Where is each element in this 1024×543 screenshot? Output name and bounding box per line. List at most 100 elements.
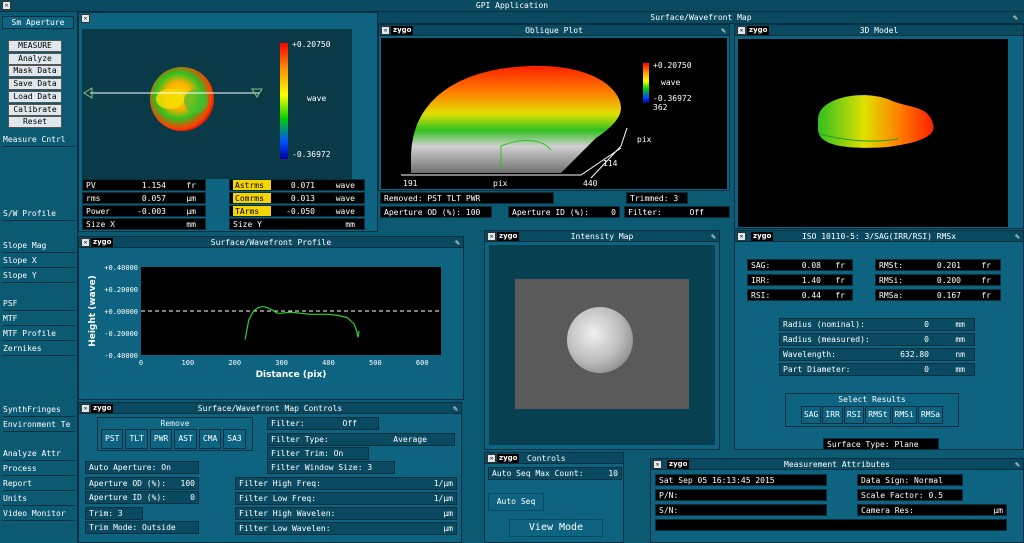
aperture-id-field[interactable]: Aperture ID (%): 0 [85, 491, 199, 504]
sidebar-item-mtf[interactable]: MTF [3, 313, 75, 326]
remove-pwr-button[interactable]: PWR [149, 429, 173, 449]
select-rmsi-button[interactable]: RMSi [891, 406, 917, 424]
app-title: GPI Application [475, 1, 549, 10]
intensity-view[interactable] [489, 245, 715, 445]
select-irr-button[interactable]: IRR [822, 406, 843, 424]
surface-map-close-icon[interactable]: ✕ [81, 14, 90, 23]
auto-seq-button[interactable]: Auto Seq [488, 493, 544, 511]
zygo-logo: zygo [91, 404, 114, 413]
sidebar-item-units[interactable]: Units [3, 493, 75, 506]
sidebar-button-load-data[interactable]: Load Data [8, 90, 62, 103]
trim-field[interactable]: Trim: 3 [85, 507, 143, 520]
surface-map-plot[interactable]: +0.20750 wave -0.36972 [82, 29, 352, 179]
camera-res: Camera Res: µm [857, 504, 1007, 516]
remove-pst-button[interactable]: PST [101, 429, 124, 449]
remove-cma-button[interactable]: CMA [198, 429, 222, 449]
auto-aperture-field[interactable]: Auto Aperture: On [85, 461, 199, 474]
remove-sa3-button[interactable]: SA3 [223, 429, 246, 449]
freq-row-3[interactable]: Filter Low Wavelen: µm [235, 522, 457, 535]
sidebar-item-report[interactable]: Report [3, 478, 75, 491]
freq-row-2[interactable]: Filter High Wavelen: µm [235, 507, 457, 520]
sidebar-item-zernikes[interactable]: Zernikes [3, 343, 75, 356]
sidebar-item-psf[interactable]: PSF [3, 298, 75, 311]
trim-mode-field[interactable]: Trim Mode: Outside [85, 521, 199, 534]
intensity-close-icon[interactable]: ✕ [487, 232, 496, 241]
zygo-logo: zygo [747, 26, 770, 35]
model3d-header: ✕ zygo 3D Model [735, 25, 1023, 36]
oblique-pin-icon[interactable]: ✎ [721, 25, 726, 35]
remove-tlt-button[interactable]: TLT [125, 429, 148, 449]
seq-close-icon[interactable]: ✕ [487, 454, 496, 463]
oblique-plot[interactable]: +0.20750 wave -0.36972 362 pix 114 191 p… [381, 38, 727, 189]
filter-trim-field[interactable]: Filter Trim: On [267, 447, 369, 460]
oblique-y-unit: pix [637, 135, 652, 144]
iso-rmsi: RMSi: 0.200 fr [875, 274, 1001, 286]
freq-row-0[interactable]: Filter High Freq: 1/µm [235, 477, 457, 490]
iso-param-label: Part Diameter: [783, 365, 851, 374]
model3d-view[interactable] [738, 39, 1008, 227]
intensity-pin-icon[interactable]: ✎ [711, 231, 716, 241]
select-rmsa-button[interactable]: RMSa [917, 406, 944, 424]
model3d-close-icon[interactable]: ✕ [737, 26, 746, 35]
data-sign: Data Sign: Normal [857, 474, 963, 486]
pin-icon[interactable]: ✎ [1013, 12, 1018, 24]
y-tick-label: -0.20000 [104, 330, 138, 338]
iso-param-1[interactable]: Radius (measured): 0 mm [779, 333, 975, 346]
sidebar-button-reset[interactable]: Reset [8, 116, 62, 129]
remove-ast-button[interactable]: AST [174, 429, 197, 449]
y-tick-label: +0.00000 [104, 308, 138, 316]
surface-type[interactable]: Surface Type: Plane [823, 438, 939, 450]
seq-controls-panel: ✕ zygo Controls Auto Seq Max Count: 10 A… [484, 452, 624, 543]
window-close-icon[interactable]: ✕ [2, 1, 11, 10]
oblique-surface [411, 65, 621, 173]
aperture-od-field[interactable]: Aperture OD (%): 100 [85, 477, 199, 490]
select-rmst-button[interactable]: RMSt [865, 406, 891, 424]
seq-max-count[interactable]: Auto Seq Max Count: 10 [488, 467, 622, 480]
sidebar-item-analyze-attr[interactable]: Analyze Attr [3, 448, 75, 461]
select-results-group: Select Results SAG IRR RSI RMSt RMSi RMSa [785, 393, 959, 427]
model3d-svg [818, 95, 934, 148]
oblique-close-icon[interactable]: ✕ [381, 26, 390, 35]
sidebar-item-s-w-profile[interactable]: S/W Profile [3, 208, 75, 221]
filter-type-field[interactable]: Filter Type: Average [267, 433, 455, 446]
sidebar-item-slope-y[interactable]: Slope Y [3, 270, 75, 283]
select-rsi-button[interactable]: RSI [843, 406, 865, 424]
sidebar-item-process[interactable]: Process [3, 463, 75, 476]
iso-param-0[interactable]: Radius (nominal): 0 mm [779, 318, 975, 331]
sidebar-button-calibrate[interactable]: Calibrate [8, 103, 62, 116]
filter-window-field[interactable]: Filter Window Size: 3 [267, 461, 395, 474]
sidebar-button-mask-data[interactable]: Mask Data [8, 65, 62, 78]
iso-param-3[interactable]: Part Diameter: 0 mm [779, 363, 975, 376]
controls-pin-icon[interactable]: ✎ [453, 403, 458, 413]
sm-aperture-button[interactable]: Sm Aperture [2, 16, 74, 29]
profile-chart[interactable]: +0.40000 +0.20000 +0.00000 -0.20000 -0.40000… [79, 249, 463, 399]
stat2-unit: wave [335, 194, 355, 203]
sidebar-item-video-monitor[interactable]: Video Monitor [3, 508, 75, 521]
iso-param-2[interactable]: Wavelength: 632.80 nm [779, 348, 975, 361]
sidebar-item-slope-mag[interactable]: Slope Mag [3, 240, 75, 253]
iso-close-icon[interactable]: ✕ [737, 232, 746, 241]
scale-factor: Scale Factor: 0.5 [857, 489, 963, 501]
iso-pin-icon[interactable]: ✎ [1015, 231, 1020, 241]
select-sag-button[interactable]: SAG [800, 406, 822, 424]
sidebar-item-synthfringes[interactable]: SynthFringes [3, 404, 75, 417]
profile-pin-icon[interactable]: ✎ [455, 237, 460, 247]
attrs-pin-icon[interactable]: ✎ [1015, 459, 1020, 469]
colorbar-min: -0.36972 [292, 150, 331, 159]
sidebar-item-environment-te[interactable]: Environment Te [3, 419, 75, 432]
sidebar-item-mtf-profile[interactable]: MTF Profile [3, 328, 75, 341]
sidebar-button-save-data[interactable]: Save Data [8, 78, 62, 91]
controls-close-icon[interactable]: ✕ [81, 404, 90, 413]
sidebar-item-slope-x[interactable]: Slope X [3, 255, 75, 268]
view-mode-button[interactable]: View Mode [509, 519, 603, 537]
sidebar-item-measure-cntrl[interactable]: Measure Cntrl [3, 134, 75, 147]
freq-row-1[interactable]: Filter Low Freq: 1/µm [235, 492, 457, 505]
sidebar-button-measure[interactable]: MEASURE [8, 40, 62, 52]
attrs-close-icon[interactable]: ✕ [653, 460, 662, 469]
profile-close-icon[interactable]: ✕ [81, 238, 90, 247]
sidebar-button-analyze[interactable]: Analyze [8, 52, 62, 65]
freq-unit: 1/µm [433, 479, 453, 488]
filter-field[interactable]: Filter: Off [267, 417, 379, 430]
x-tick-label: 300 [275, 359, 288, 367]
select-results-title: Select Results [838, 395, 906, 404]
